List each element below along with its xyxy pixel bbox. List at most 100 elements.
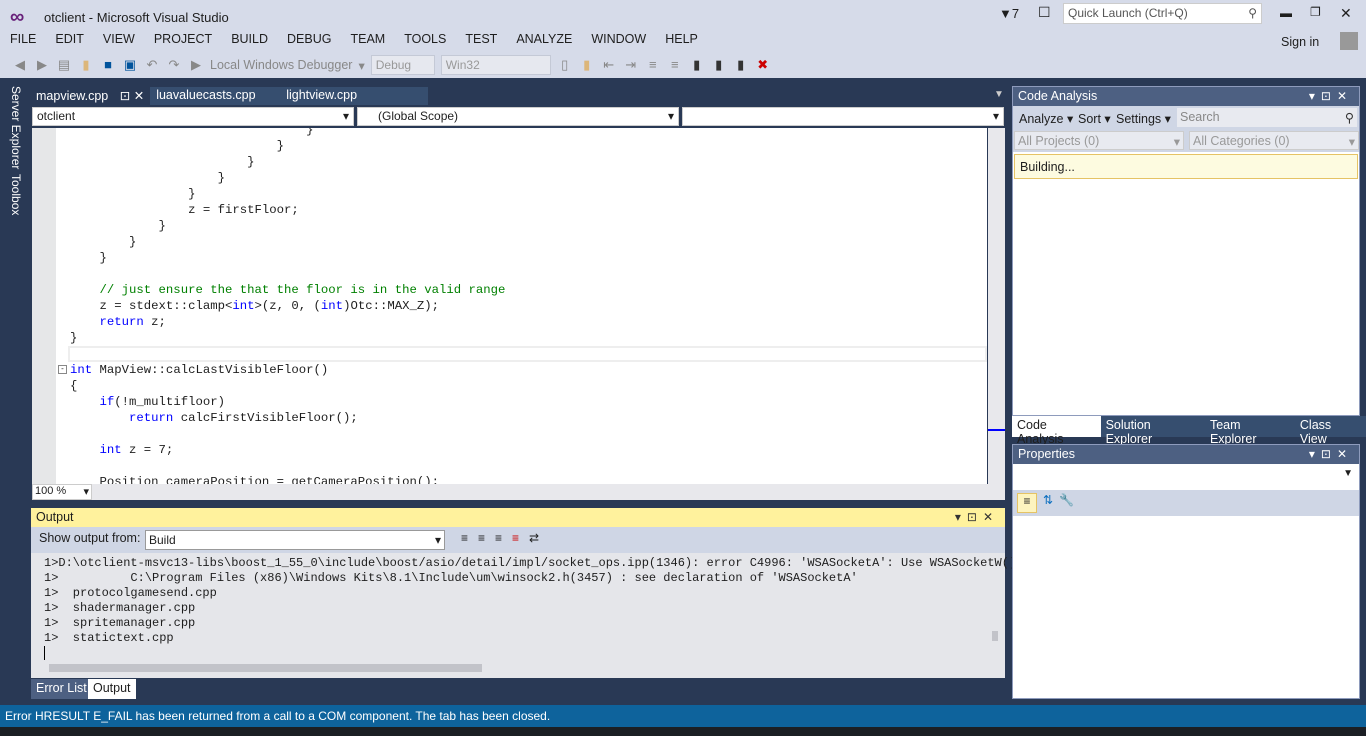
tab-output[interactable]: Output	[88, 679, 136, 699]
output-line: 1> protocolgamesend.cpp	[44, 586, 217, 600]
output-text[interactable]: 1>D:\otclient-msvc13-libs\boost_1_55_0\i…	[44, 556, 1016, 646]
tab-code-analysis[interactable]: Code Analysis	[1012, 416, 1101, 446]
projects-filter[interactable]: All Projects (0) ▾	[1014, 131, 1184, 150]
tab-class-view[interactable]: Class View	[1294, 416, 1366, 446]
tab-solution-explorer[interactable]: Solution Explorer	[1100, 416, 1205, 446]
code-line: }	[70, 170, 505, 186]
prev-bookmark-icon[interactable]: ▮	[711, 57, 727, 73]
categorized-icon[interactable]: ≡	[1017, 493, 1037, 513]
categories-filter[interactable]: All Categories (0) ▾	[1189, 131, 1359, 150]
code-analysis-search[interactable]: Search ⚲	[1177, 108, 1357, 127]
code-line: z = stdext::clamp<int>(z, 0, (int)Otc::M…	[70, 298, 505, 314]
zoom-dropdown[interactable]: 100 % ▾	[32, 484, 92, 500]
tab-overflow-icon[interactable]: ▼	[994, 89, 1004, 100]
menu-analyze[interactable]: ANALYZE	[506, 32, 581, 46]
start-debugger-button[interactable]: Local Windows Debugger	[210, 58, 352, 72]
device-icon[interactable]: ▯	[557, 57, 573, 73]
output-toolbar-icons[interactable]: ≡≡≡≡⇄	[461, 531, 549, 545]
menu-edit[interactable]: EDIT	[45, 32, 92, 46]
code-token: {	[70, 379, 78, 393]
menu-window[interactable]: WINDOW	[581, 32, 655, 46]
menu-view[interactable]: VIEW	[93, 32, 144, 46]
project-dropdown[interactable]: otclient ▾	[32, 107, 354, 126]
start-icon[interactable]: ▶	[188, 57, 204, 73]
notifications-button[interactable]: ▼7	[999, 6, 1019, 21]
menu-debug[interactable]: DEBUG	[277, 32, 340, 46]
settings-menu[interactable]: Settings ▾	[1116, 111, 1171, 126]
code-line: Position cameraPosition = getCameraPosit…	[70, 474, 505, 484]
tab-luavaluecasts[interactable]: luavaluecasts.cpp	[150, 87, 281, 105]
object-select[interactable]: ▼	[1013, 464, 1359, 490]
tab-mapview[interactable]: mapview.cpp ⊡ ✕	[30, 87, 151, 105]
menu-tools[interactable]: TOOLS	[394, 32, 455, 46]
editor-horizontal-scrollbar[interactable]	[92, 484, 1005, 500]
outdent-icon[interactable]: ⇥	[623, 57, 639, 73]
panel-controls[interactable]: ▾⊡✕	[1309, 447, 1353, 461]
menu-file[interactable]: FILE	[0, 32, 45, 46]
analyze-menu[interactable]: Analyze ▾	[1019, 111, 1073, 126]
server-explorer-tab[interactable]: Server Explorer	[9, 86, 23, 169]
code-line: }	[70, 128, 505, 138]
save-all-icon[interactable]: ▣	[122, 57, 138, 73]
code-analysis-panel: Code Analysis ▾⊡✕ Analyze ▾ Sort ▾ Settin…	[1012, 86, 1360, 416]
member-dropdown[interactable]: ▾	[682, 107, 1004, 126]
sign-in-link[interactable]: Sign in	[1281, 35, 1319, 49]
avatar[interactable]	[1340, 32, 1358, 50]
code-editor[interactable]: } } } } } z = firstFloor; } } } // just …	[32, 128, 987, 484]
taskbar	[0, 727, 1366, 736]
menu-build[interactable]: BUILD	[221, 32, 277, 46]
menu-help[interactable]: HELP	[655, 32, 707, 46]
panel-controls[interactable]: ▾⊡✕	[1309, 89, 1353, 103]
output-toolbar: Show output from: Build ▾ ≡≡≡≡⇄	[31, 527, 1005, 553]
tab-team-explorer[interactable]: Team Explorer	[1204, 416, 1295, 446]
panel-controls[interactable]: ▾⊡✕	[955, 510, 999, 524]
feedback-icon[interactable]: ☐	[1038, 4, 1051, 21]
output-line: 1> spritemanager.cpp	[44, 616, 196, 630]
forward-icon[interactable]: ▶	[34, 57, 50, 73]
pin-icon[interactable]: ⊡	[120, 89, 130, 103]
comment-icon[interactable]: ≡	[645, 57, 661, 73]
alphabetical-icon[interactable]: ⇅	[1043, 493, 1053, 513]
uncomment-icon[interactable]: ≡	[667, 57, 683, 73]
toolbox-tab[interactable]: Toolbox	[9, 174, 23, 215]
menu-team[interactable]: TEAM	[340, 32, 394, 46]
undo-icon[interactable]: ↶	[144, 57, 160, 73]
config-select[interactable]: Debug	[370, 55, 435, 75]
output-horizontal-scrollbar[interactable]	[49, 664, 482, 672]
tab-lightview[interactable]: lightview.cpp	[280, 87, 429, 105]
platform-select[interactable]: Win32	[440, 55, 551, 75]
find-icon[interactable]: ▮	[579, 57, 595, 73]
property-pages-icon[interactable]: 🔧	[1059, 493, 1074, 513]
menu-test[interactable]: TEST	[455, 32, 506, 46]
code-token: }	[70, 331, 78, 345]
close-button[interactable]: ✕	[1340, 5, 1352, 22]
minimize-button[interactable]: ▬	[1280, 6, 1292, 20]
save-icon[interactable]: ■	[100, 57, 116, 73]
new-project-icon[interactable]: ▤	[56, 57, 72, 73]
redo-icon[interactable]: ↷	[166, 57, 182, 73]
code-line: return z;	[70, 314, 505, 330]
open-file-icon[interactable]: ▮	[78, 57, 94, 73]
tab-error-list[interactable]: Error List	[31, 679, 92, 699]
sort-menu[interactable]: Sort ▾	[1078, 111, 1111, 126]
gutter	[32, 128, 56, 484]
output-vertical-scrollbar[interactable]	[992, 631, 998, 641]
bookmark-icon[interactable]: ▮	[689, 57, 705, 73]
output-source-select[interactable]: Build ▾	[145, 530, 445, 550]
back-icon[interactable]: ◀	[12, 57, 28, 73]
current-line-highlight	[68, 346, 987, 362]
collapse-icon[interactable]: -	[58, 365, 67, 374]
code-token: Position cameraPosition = getCameraPosit…	[70, 475, 439, 484]
restore-button[interactable]: ❐	[1310, 5, 1321, 19]
clear-bookmarks-icon[interactable]: ✖	[755, 57, 771, 73]
next-bookmark-icon[interactable]: ▮	[733, 57, 749, 73]
output-header: Output ▾⊡✕	[31, 508, 1005, 527]
close-tab-icon[interactable]: ✕	[134, 89, 144, 103]
quick-launch-input[interactable]: Quick Launch (Ctrl+Q) ⚲	[1063, 3, 1262, 24]
indent-icon[interactable]: ⇤	[601, 57, 617, 73]
code-line: int z = 7;	[70, 442, 505, 458]
scope-dropdown[interactable]: (Global Scope) ▾	[357, 107, 679, 126]
code-token: int	[70, 363, 93, 377]
menu-project[interactable]: PROJECT	[144, 32, 221, 46]
